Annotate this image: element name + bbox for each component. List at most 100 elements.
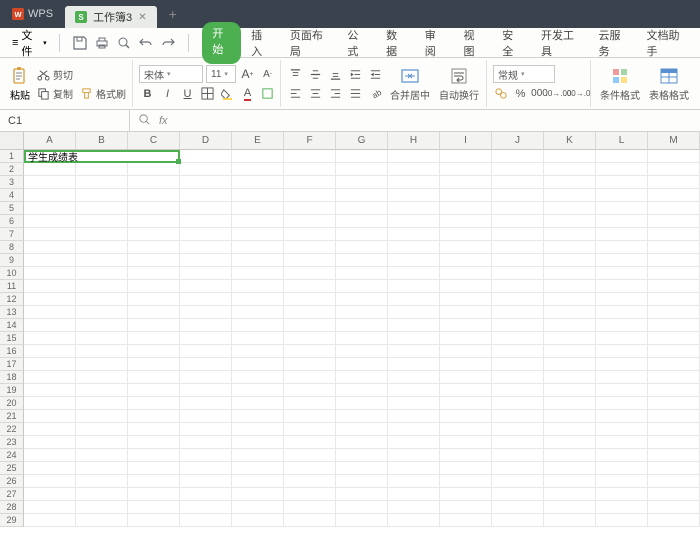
cell[interactable] — [648, 215, 700, 228]
underline-button[interactable]: U — [179, 85, 196, 102]
cell[interactable] — [180, 293, 232, 306]
align-middle-button[interactable] — [307, 66, 324, 83]
cell[interactable] — [492, 462, 544, 475]
border-button[interactable] — [199, 85, 216, 102]
cell[interactable] — [128, 475, 180, 488]
cell[interactable] — [128, 280, 180, 293]
cell[interactable] — [388, 436, 440, 449]
cell[interactable] — [284, 189, 336, 202]
currency-button[interactable] — [493, 85, 510, 102]
cell[interactable] — [76, 514, 128, 527]
tab-cloud[interactable]: 云服务 — [588, 22, 636, 64]
cell[interactable] — [440, 280, 492, 293]
cell[interactable] — [284, 358, 336, 371]
cell[interactable] — [232, 358, 284, 371]
cell[interactable] — [596, 319, 648, 332]
cell[interactable] — [284, 293, 336, 306]
column-header[interactable]: M — [648, 132, 700, 150]
row-header[interactable]: 2 — [0, 163, 24, 176]
cell[interactable] — [232, 462, 284, 475]
cell[interactable] — [284, 423, 336, 436]
cell[interactable] — [492, 319, 544, 332]
cell[interactable] — [388, 332, 440, 345]
row-header[interactable]: 11 — [0, 280, 24, 293]
cell[interactable] — [24, 267, 76, 280]
cell[interactable] — [232, 202, 284, 215]
cell[interactable] — [440, 241, 492, 254]
cell[interactable] — [24, 319, 76, 332]
cell[interactable] — [76, 475, 128, 488]
paste-button[interactable]: 粘贴 — [8, 64, 32, 104]
redo-icon[interactable] — [160, 35, 176, 51]
cell[interactable] — [232, 384, 284, 397]
cell[interactable] — [388, 449, 440, 462]
cell[interactable] — [128, 293, 180, 306]
cell[interactable] — [596, 150, 648, 163]
tab-start[interactable]: 开始 — [202, 22, 241, 64]
cell[interactable] — [24, 475, 76, 488]
cell[interactable] — [648, 176, 700, 189]
cell[interactable] — [284, 280, 336, 293]
cell[interactable] — [232, 189, 284, 202]
cell[interactable] — [440, 254, 492, 267]
cell[interactable] — [648, 280, 700, 293]
cell[interactable] — [544, 254, 596, 267]
tab-developer[interactable]: 开发工具 — [531, 22, 588, 64]
cell[interactable] — [24, 488, 76, 501]
cell[interactable] — [648, 319, 700, 332]
row-header[interactable]: 18 — [0, 371, 24, 384]
cell[interactable] — [128, 397, 180, 410]
cell[interactable] — [24, 397, 76, 410]
cell[interactable] — [336, 189, 388, 202]
cell[interactable] — [336, 410, 388, 423]
cell[interactable] — [596, 371, 648, 384]
cell[interactable] — [128, 501, 180, 514]
cell[interactable] — [336, 488, 388, 501]
cell[interactable] — [544, 228, 596, 241]
cell[interactable] — [24, 215, 76, 228]
cell[interactable] — [24, 449, 76, 462]
cell[interactable] — [388, 514, 440, 527]
cell[interactable] — [128, 371, 180, 384]
cell[interactable] — [336, 228, 388, 241]
cell[interactable] — [544, 293, 596, 306]
cell[interactable] — [128, 345, 180, 358]
file-menu[interactable]: ≡ 文件 ▾ — [6, 24, 53, 62]
cell[interactable] — [388, 397, 440, 410]
cell[interactable] — [648, 475, 700, 488]
cell[interactable] — [232, 397, 284, 410]
cell[interactable] — [336, 345, 388, 358]
row-header[interactable]: 3 — [0, 176, 24, 189]
cell[interactable] — [492, 189, 544, 202]
cell[interactable] — [544, 449, 596, 462]
cell[interactable] — [284, 241, 336, 254]
cell[interactable] — [24, 202, 76, 215]
cell[interactable] — [128, 267, 180, 280]
cell[interactable] — [180, 176, 232, 189]
tab-insert[interactable]: 插入 — [241, 22, 280, 64]
italic-button[interactable]: I — [159, 85, 176, 102]
cell[interactable] — [596, 202, 648, 215]
cell[interactable] — [596, 163, 648, 176]
cell[interactable] — [232, 241, 284, 254]
row-header[interactable]: 13 — [0, 306, 24, 319]
align-top-button[interactable] — [287, 66, 304, 83]
cell[interactable] — [180, 436, 232, 449]
cell[interactable] — [648, 462, 700, 475]
cell[interactable] — [648, 254, 700, 267]
align-center-button[interactable] — [307, 85, 324, 102]
cell[interactable] — [336, 371, 388, 384]
cell[interactable] — [492, 150, 544, 163]
cell[interactable] — [76, 488, 128, 501]
cell[interactable] — [648, 241, 700, 254]
cell[interactable] — [336, 306, 388, 319]
justify-button[interactable] — [347, 85, 364, 102]
undo-icon[interactable] — [138, 35, 154, 51]
cell[interactable] — [24, 423, 76, 436]
cell[interactable] — [336, 150, 388, 163]
cell[interactable] — [128, 332, 180, 345]
cell[interactable] — [492, 501, 544, 514]
cell[interactable] — [492, 293, 544, 306]
cell[interactable] — [596, 410, 648, 423]
cell[interactable] — [24, 254, 76, 267]
